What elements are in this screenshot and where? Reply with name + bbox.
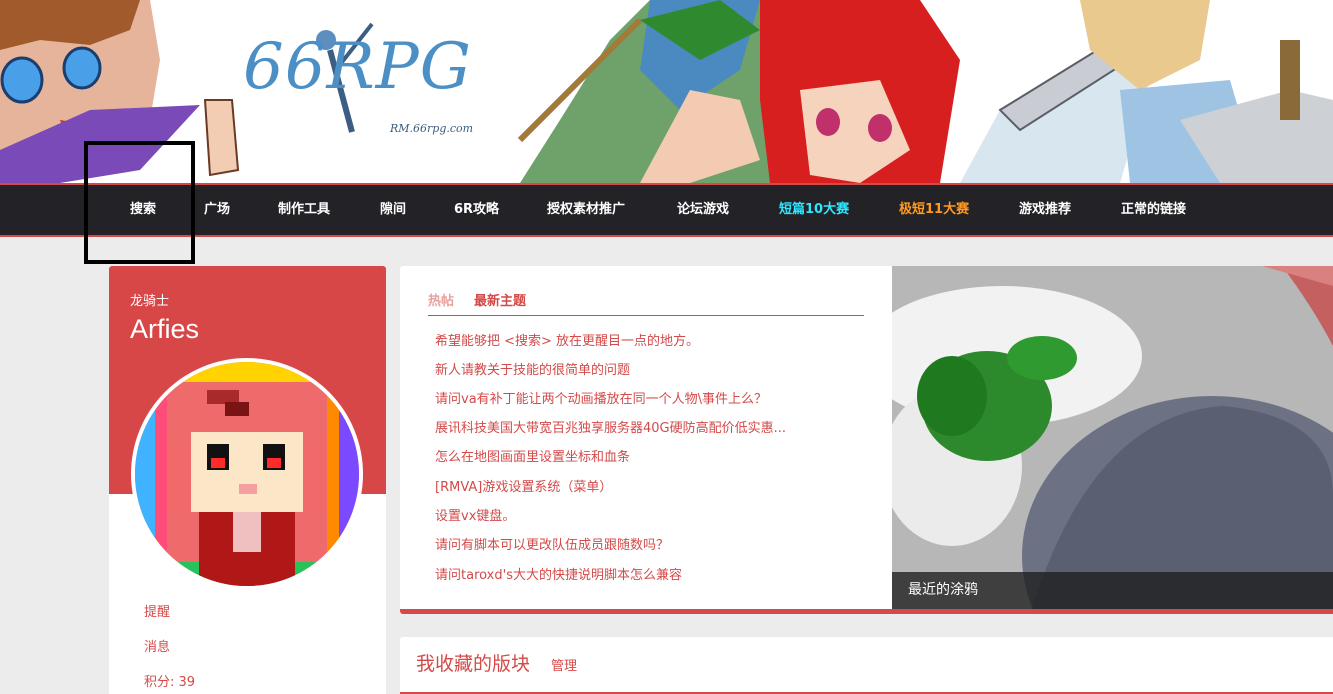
favorite-forums-title: 我收藏的版块 xyxy=(416,653,531,675)
main-navigation: 搜索 广场 制作工具 隙间 6R攻略 授权素材推广 论坛游戏 短篇10大赛 极短… xyxy=(0,183,1333,237)
messages-link[interactable]: 消息 xyxy=(144,636,170,655)
site-banner: 66RPG RM.66rpg.com xyxy=(0,0,1333,183)
favorite-forums-panel: 我收藏的版块 管理 xyxy=(400,637,1333,694)
nav-item-forum-games[interactable]: 论坛游戏 xyxy=(677,185,729,235)
profile-card: 龙骑士 Arfies 提醒 消息 积分: 39 xyxy=(109,266,386,694)
user-name[interactable]: Arfies xyxy=(130,314,199,345)
banner-artwork xyxy=(0,0,1333,183)
tab-latest-topics[interactable]: 最新主题 xyxy=(474,290,526,309)
reminders-link[interactable]: 提醒 xyxy=(144,601,170,620)
post-link[interactable]: 希望能够把 <搜索> 放在更醒目一点的地方。 xyxy=(435,330,699,349)
points-link[interactable]: 积分: 39 xyxy=(144,671,195,690)
site-logo[interactable]: 66RPG xyxy=(243,30,472,104)
nav-item-tools[interactable]: 制作工具 xyxy=(278,185,330,235)
nav-item-6r-guide[interactable]: 6R攻略 xyxy=(454,185,499,235)
nav-item-normal-links[interactable]: 正常的链接 xyxy=(1121,185,1186,235)
nav-item-plaza[interactable]: 广场 xyxy=(204,185,230,235)
doodle-image xyxy=(892,266,1333,609)
posts-panel: 热帖 最新主题 希望能够把 <搜索> 放在更醒目一点的地方。 新人请教关于技能的… xyxy=(400,266,892,614)
nav-item-short-contest[interactable]: 短篇10大赛 xyxy=(779,185,849,235)
manage-favorites-link[interactable]: 管理 xyxy=(551,655,577,674)
post-link[interactable]: 设置vx键盘。 xyxy=(435,505,515,524)
post-link[interactable]: 展讯科技美国大带宽百兆独享服务器40G硬防高配价低实惠... xyxy=(435,417,786,436)
nav-item-search[interactable]: 搜索 xyxy=(130,185,156,235)
post-link[interactable]: 新人请教关于技能的很简单的问题 xyxy=(435,359,630,378)
user-title: 龙骑士 xyxy=(130,294,170,309)
avatar[interactable] xyxy=(131,358,363,590)
nav-item-licensed-assets[interactable]: 授权素材推广 xyxy=(547,185,625,235)
nav-item-gap[interactable]: 隙间 xyxy=(380,185,406,235)
posts-tabs: 热帖 最新主题 xyxy=(428,290,864,316)
site-url-text: RM.66rpg.com xyxy=(390,122,474,135)
post-link[interactable]: [RMVA]游戏设置系统（菜单） xyxy=(435,476,612,495)
nav-item-game-recommend[interactable]: 游戏推荐 xyxy=(1019,185,1071,235)
avatar-pixel-art xyxy=(135,362,359,586)
post-link[interactable]: 请问va有补丁能让两个动画播放在同一个人物\事件上么？ xyxy=(435,388,767,407)
post-link[interactable]: 请问有脚本可以更改队伍成员跟随数吗？ xyxy=(435,534,669,553)
post-link[interactable]: 怎么在地图画面里设置坐标和血条 xyxy=(435,446,630,465)
doodle-panel[interactable]: 最近的涂鸦 xyxy=(892,266,1333,614)
doodle-caption: 最近的涂鸦 xyxy=(892,572,1333,609)
nav-item-mini-contest[interactable]: 极短11大赛 xyxy=(899,185,969,235)
tab-hot-posts[interactable]: 热帖 xyxy=(428,290,454,309)
post-link[interactable]: 请问taroxd's大大的快捷说明脚本怎么兼容 xyxy=(435,564,682,583)
